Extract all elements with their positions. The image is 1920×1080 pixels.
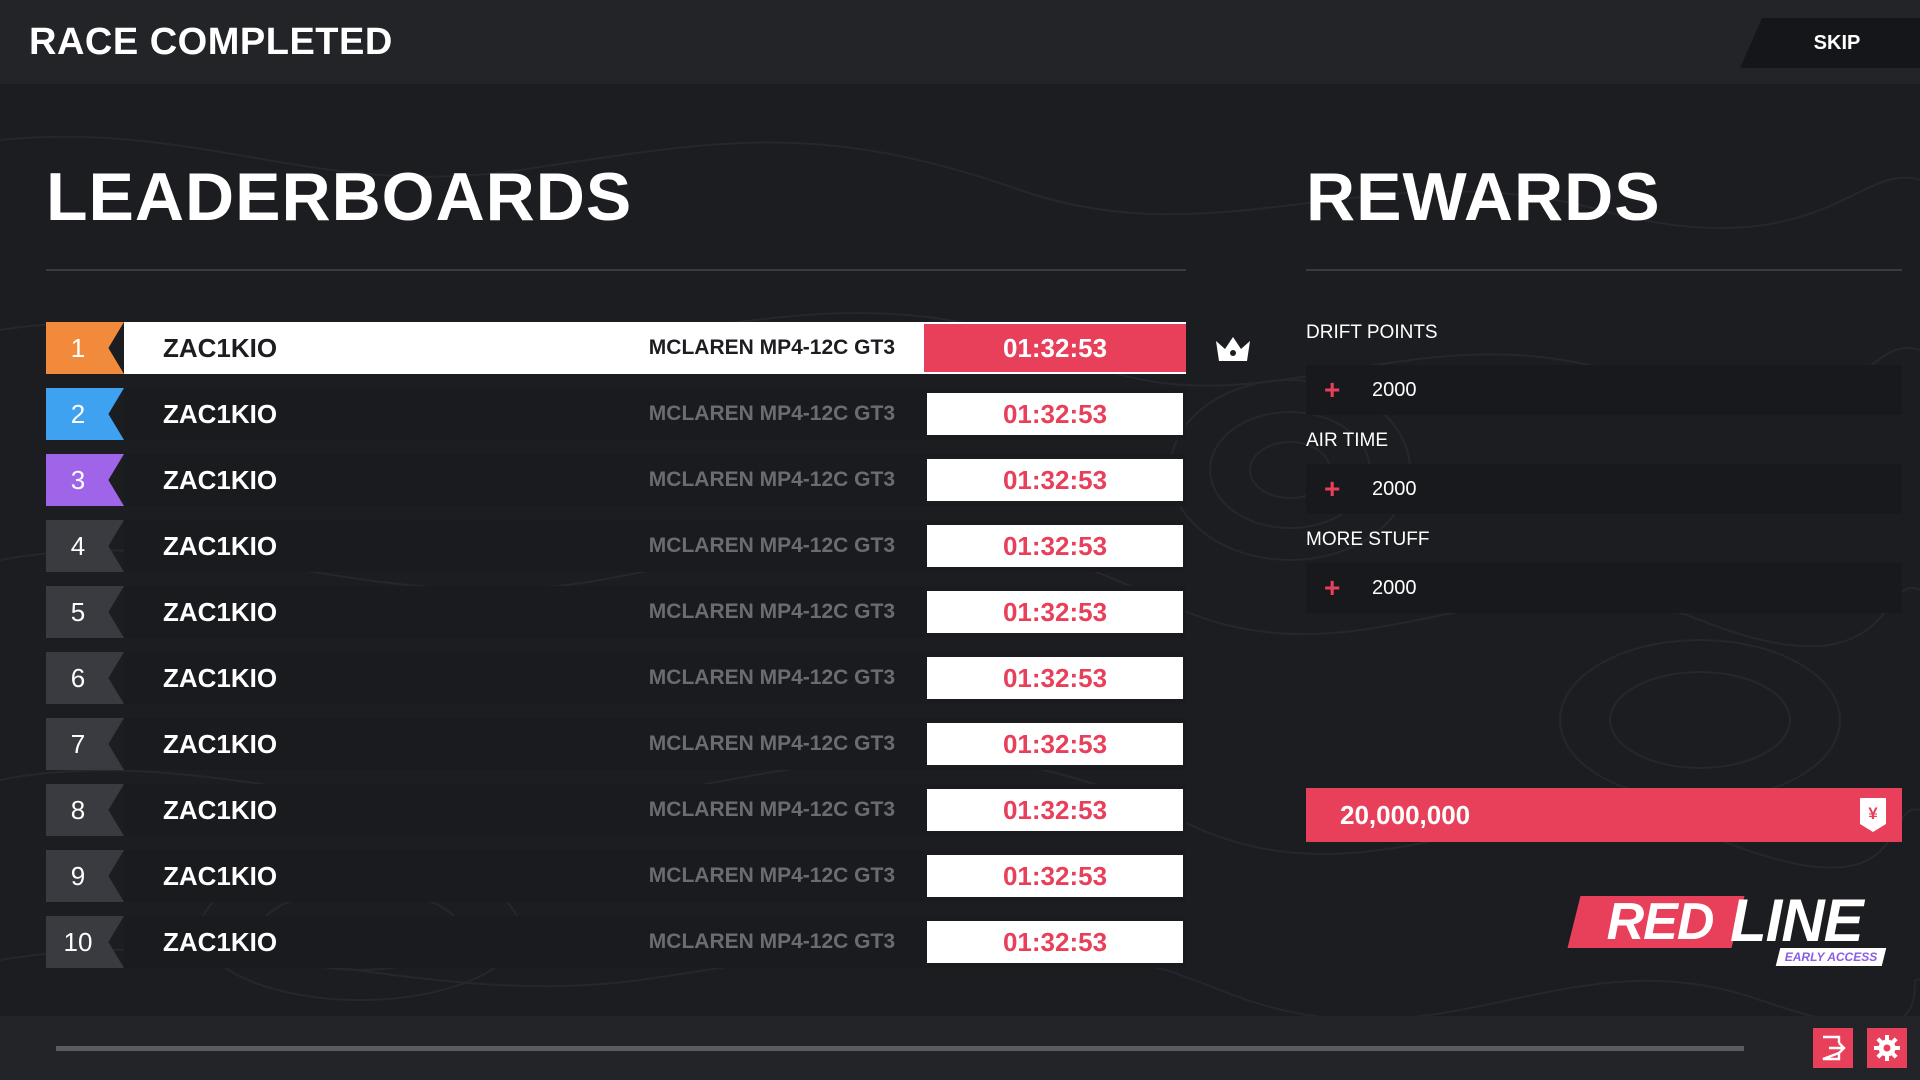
lap-time: 01:32:53: [927, 459, 1183, 501]
leaderboard-row-3[interactable]: 3 ZAC1KIO MCLAREN MP4-12C GT3 01:32:53: [46, 454, 1186, 506]
car-name: MCLAREN MP4-12C GT3: [648, 336, 895, 359]
settings-button[interactable]: [1867, 1028, 1907, 1068]
leaderboard-row-6[interactable]: 6 ZAC1KIO MCLAREN MP4-12C GT3 01:32:53: [46, 652, 1186, 704]
early-access-tag: EARLY ACCESS: [1784, 950, 1878, 964]
lap-time: 01:32:53: [924, 324, 1186, 372]
progress-fill: [56, 1046, 1744, 1051]
skip-button[interactable]: SKIP: [1740, 18, 1920, 68]
lap-time: 01:32:53: [927, 657, 1183, 699]
gear-icon: [1874, 1035, 1900, 1061]
car-name: MCLAREN MP4-12C GT3: [648, 402, 895, 425]
lap-time: 01:32:53: [927, 789, 1183, 831]
reward-label-more-stuff: MORE STUFF: [1306, 529, 1430, 550]
total-reward-amount: 20,000,000: [1340, 800, 1471, 830]
logo-text-line: LINE: [1730, 887, 1864, 954]
leaderboards-divider: [46, 269, 1186, 271]
reward-value: 2000: [1372, 379, 1417, 401]
logo-text-red: RED: [1606, 893, 1715, 951]
reward-row-air-time: + 2000: [1306, 464, 1902, 514]
screen-title: RACE COMPLETED: [29, 21, 393, 63]
lap-time: 01:32:53: [927, 921, 1183, 963]
rewards-divider: [1306, 269, 1902, 271]
lap-time: 01:32:53: [927, 855, 1183, 897]
car-name: MCLAREN MP4-12C GT3: [648, 732, 895, 755]
leaderboard-row-5[interactable]: 5 ZAC1KIO MCLAREN MP4-12C GT3 01:32:53: [46, 586, 1186, 638]
leaderboards-title: LEADERBOARDS: [46, 159, 633, 235]
car-name: MCLAREN MP4-12C GT3: [648, 864, 895, 887]
reward-label-air-time: AIR TIME: [1306, 430, 1388, 451]
plus-icon: +: [1324, 473, 1341, 504]
progress-track: [56, 1046, 1744, 1051]
lap-time: 01:32:53: [927, 525, 1183, 567]
leaderboard-row-1[interactable]: 1 ZAC1KIO MCLAREN MP4-12C GT3 01:32:53: [46, 322, 1186, 374]
reward-value: 2000: [1372, 478, 1417, 500]
crown-icon: [1216, 337, 1250, 361]
leaderboard-row-2[interactable]: 2 ZAC1KIO MCLAREN MP4-12C GT3 01:32:53: [46, 388, 1186, 440]
lap-time: 01:32:53: [927, 393, 1183, 435]
leaderboard-row-10[interactable]: 10 ZAC1KIO MCLAREN MP4-12C GT3 01:32:53: [46, 916, 1186, 968]
top-bar: RACE COMPLETED SKIP: [0, 0, 1920, 84]
rewards-title: REWARDS: [1306, 159, 1661, 235]
race-results-screen: RACE COMPLETED SKIP LEADERBOARDS 1 ZAC1K…: [0, 0, 1920, 1080]
car-name: MCLAREN MP4-12C GT3: [648, 600, 895, 623]
total-reward-bar: 20,000,000 ¥: [1306, 788, 1902, 842]
reward-value: 2000: [1372, 577, 1417, 599]
car-name: MCLAREN MP4-12C GT3: [648, 666, 895, 689]
svg-text:¥: ¥: [1868, 804, 1878, 823]
reward-label-drift-points: DRIFT POINTS: [1306, 322, 1438, 343]
leaderboard-row-4[interactable]: 4 ZAC1KIO MCLAREN MP4-12C GT3 01:32:53: [46, 520, 1186, 572]
car-name: MCLAREN MP4-12C GT3: [648, 930, 895, 953]
plus-icon: +: [1324, 374, 1341, 405]
plus-icon: +: [1324, 572, 1341, 603]
reward-row-drift-points: + 2000: [1306, 365, 1902, 415]
leaderboard-row-9[interactable]: 9 ZAC1KIO MCLAREN MP4-12C GT3 01:32:53: [46, 850, 1186, 902]
redline-logo: RED LINE EARLY ACCESS: [1560, 886, 1900, 996]
car-name: MCLAREN MP4-12C GT3: [648, 534, 895, 557]
leaderboard-row-7[interactable]: 7 ZAC1KIO MCLAREN MP4-12C GT3 01:32:53: [46, 718, 1186, 770]
yen-icon: ¥: [1860, 798, 1886, 832]
leaderboard-row-8[interactable]: 8 ZAC1KIO MCLAREN MP4-12C GT3 01:32:53: [46, 784, 1186, 836]
lap-time: 01:32:53: [927, 723, 1183, 765]
exit-icon: [1822, 1035, 1846, 1061]
car-name: MCLAREN MP4-12C GT3: [648, 468, 895, 491]
exit-button[interactable]: [1813, 1028, 1853, 1068]
reward-row-more-stuff: + 2000: [1306, 563, 1902, 613]
car-name: MCLAREN MP4-12C GT3: [648, 798, 895, 821]
lap-time: 01:32:53: [927, 591, 1183, 633]
